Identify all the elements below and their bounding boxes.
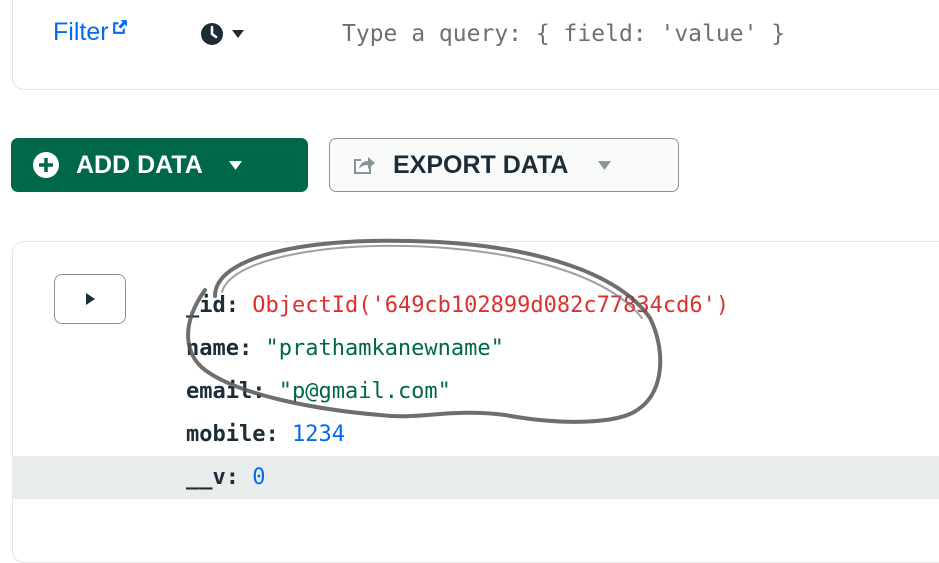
field-separator: :	[225, 293, 253, 318]
field-separator: :	[225, 465, 253, 490]
field-separator: :	[265, 422, 292, 447]
field-value: "p@gmail.com"	[278, 379, 451, 404]
field-separator: :	[252, 379, 279, 404]
caret-right-icon	[85, 293, 95, 305]
document-field-row: __v: 0	[12, 456, 939, 499]
field-value: 1234	[291, 422, 345, 447]
filter-label: Filter	[53, 18, 109, 46]
add-data-label: ADD DATA	[76, 150, 203, 179]
export-icon	[354, 157, 375, 174]
field-value: "prathamkanewname"	[265, 336, 504, 361]
export-data-button[interactable]: EXPORT DATA	[329, 138, 679, 192]
export-data-label: EXPORT DATA	[393, 150, 569, 179]
field-value: 0	[252, 465, 266, 490]
caret-down-icon	[232, 30, 244, 38]
document-field-row: mobile: 1234	[186, 413, 345, 456]
plus-circle-icon	[33, 152, 59, 178]
field-key: __v	[186, 465, 226, 490]
query-input[interactable]	[342, 16, 939, 52]
document-field-row: email: "p@gmail.com"	[186, 370, 451, 413]
document-field-row: name: "prathamkanewname"	[186, 327, 504, 370]
field-separator: :	[238, 336, 266, 361]
field-key: name	[186, 336, 239, 361]
field-key: email	[186, 379, 253, 404]
field-value: ObjectId('649cb102899d082c77834cd6')	[252, 293, 730, 318]
expand-document-button[interactable]	[54, 274, 126, 324]
filter-link[interactable]: Filter	[53, 18, 128, 47]
add-data-button[interactable]: ADD DATA	[11, 138, 308, 192]
caret-down-icon	[598, 160, 612, 170]
field-key: mobile	[186, 422, 266, 447]
clock-icon	[201, 23, 223, 45]
external-link-icon	[112, 20, 127, 34]
field-key: _id	[186, 293, 226, 318]
document-field-row: _id: ObjectId('649cb102899d082c77834cd6'…	[186, 284, 729, 327]
query-history-button[interactable]	[200, 22, 244, 46]
caret-down-icon	[228, 160, 242, 170]
